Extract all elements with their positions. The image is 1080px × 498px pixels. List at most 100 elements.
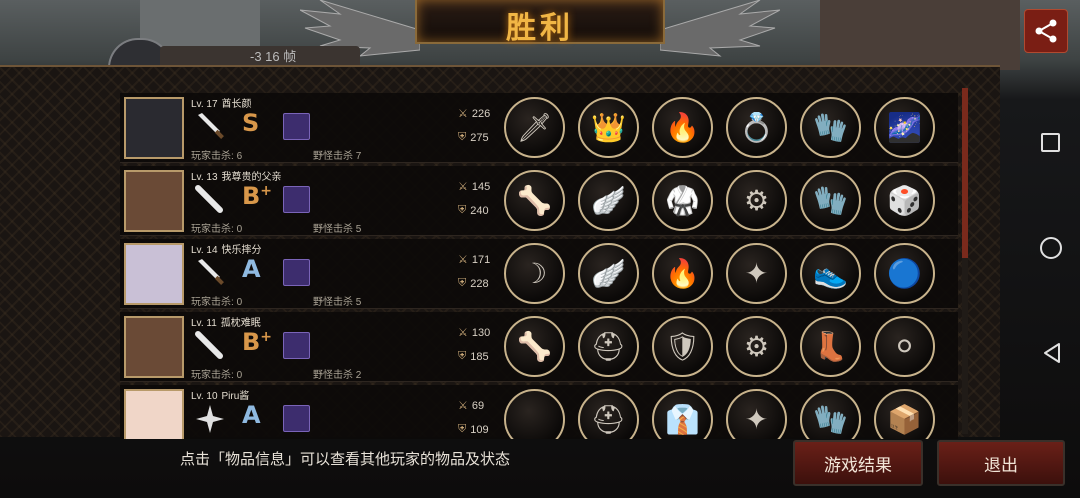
share-button[interactable] xyxy=(1024,9,1068,53)
item-slot[interactable]: 🧤 xyxy=(800,170,861,231)
item-slot[interactable]: 🧤 xyxy=(800,97,861,158)
monster-kills-label: 野怪击杀 xyxy=(313,151,353,162)
player-row[interactable]: Lv. 17 酋长颜 S 玩家击杀: 6 野怪击杀 7 ⚔ 226 ⛨ 275 🗡 👑 🔥… xyxy=(120,93,958,163)
background-building xyxy=(820,0,1020,70)
grade-letter: A xyxy=(242,401,261,429)
monster-kills-value: 5 xyxy=(355,224,362,235)
hardhat-icon: ⛑ xyxy=(590,404,627,435)
grade-badge: S xyxy=(242,109,259,137)
gauntlet-icon: 🧤 xyxy=(813,112,848,143)
item-slot[interactable] xyxy=(504,389,565,439)
item-slot[interactable]: ⚙ xyxy=(726,316,787,377)
back-icon[interactable] xyxy=(1042,342,1062,364)
item-slot[interactable]: ⛑ xyxy=(578,316,639,377)
item-slot[interactable]: 📦 xyxy=(874,389,935,439)
game-result-button[interactable]: 游戏结果 xyxy=(793,440,923,486)
item-slot[interactable]: 🦴 xyxy=(504,316,565,377)
victory-title: 胜利 xyxy=(506,12,574,45)
item-slot[interactable]: ☽ xyxy=(504,243,565,304)
monster-kills: 野怪击杀 2 xyxy=(313,366,361,381)
attack-value: 130 xyxy=(471,326,491,339)
player-level: Lv. 13 xyxy=(191,172,218,183)
item-slot[interactable]: ✦ xyxy=(726,243,787,304)
item-slot[interactable]: 🌌 xyxy=(874,97,935,158)
item-slot[interactable]: 👟 xyxy=(800,243,861,304)
item-slot[interactable]: ⚙ xyxy=(726,170,787,231)
player-row[interactable]: Lv. 14 快乐摔分 A 玩家击杀: 0 野怪击杀 5 ⚔ 171 ⛨ 228 ☽ 🪽… xyxy=(120,239,958,309)
player-level-name: Lv. 11 孤枕难眠 xyxy=(191,314,261,329)
avatar[interactable] xyxy=(124,316,184,378)
share-icon xyxy=(1035,19,1057,43)
player-row[interactable]: Lv. 13 我尊贵的父亲 B+ 玩家击杀: 0 野怪击杀 5 ⚔ 145 ⛨ 240… xyxy=(120,166,958,236)
player-row[interactable]: Lv. 10Piru酱 A 玩家击杀: 野怪击杀 ⚔69 ⛨109 ⛑👔✦🧤📦 xyxy=(120,385,958,439)
attack-value: 145 xyxy=(471,180,491,193)
grade-letter: B xyxy=(242,328,261,356)
player-row[interactable]: Lv. 11 孤枕难眠 B+ 玩家击杀: 0 野怪击杀 2 ⚔ 130 ⛨ 185 🦴… xyxy=(120,312,958,382)
victory-banner: 胜利 xyxy=(415,0,665,45)
avatar[interactable] xyxy=(124,170,184,232)
attack-stat: ⚔ 226 xyxy=(458,107,491,121)
item-slot[interactable]: 🦴 xyxy=(504,170,565,231)
item-list: 🦴 ⛑ 🛡 ⚙ 👢 ⚪ xyxy=(504,316,935,377)
dice-icon: 🎲 xyxy=(887,185,922,216)
box-icon: 📦 xyxy=(887,404,922,435)
item-slot[interactable]: 👑 xyxy=(578,97,639,158)
item-slot[interactable]: 🗡 xyxy=(504,97,565,158)
defense-stat: ⛨ 228 xyxy=(458,277,489,290)
monster-kills-label: 野怪击杀 xyxy=(313,297,353,308)
item-slot[interactable]: 🛡 xyxy=(652,316,713,377)
top-tab: -3 16 帧 xyxy=(160,46,360,66)
player-level: Lv. 17 xyxy=(191,99,218,110)
item-slot[interactable]: 🔵 xyxy=(874,243,935,304)
bone-club-icon: 🦴 xyxy=(517,331,552,362)
item-slot[interactable]: 👔 xyxy=(652,389,713,439)
winged-band-icon: 🪽 xyxy=(591,258,626,289)
crossed-swords-icon: ⚔ xyxy=(458,327,468,339)
item-slot[interactable]: ⚪ xyxy=(874,316,935,377)
hint-text: 点击「物品信息」可以查看其他玩家的物品及状态 xyxy=(180,451,511,468)
right-wing-ornament xyxy=(660,0,780,57)
rune-icon xyxy=(283,113,310,140)
armor-icon: 🥋 xyxy=(665,185,700,216)
monster-kills: 野怪击杀 7 xyxy=(313,147,361,162)
recent-apps-icon[interactable] xyxy=(1041,133,1060,152)
scroll-thumb[interactable] xyxy=(962,88,968,258)
sword-icon: 🗡 xyxy=(516,112,553,143)
monster-kills-label: 野怪击杀 xyxy=(313,224,353,235)
player-list[interactable]: Lv. 17 酋长颜 S 玩家击杀: 6 野怪击杀 7 ⚔ 226 ⛨ 275 🗡 👑 🔥… xyxy=(120,93,958,439)
exit-button[interactable]: 退出 xyxy=(937,440,1065,486)
item-slot[interactable]: 🧤 xyxy=(800,389,861,439)
monster-kills-value: 2 xyxy=(355,370,362,381)
player-kills-label: 玩家击杀 xyxy=(191,370,231,381)
attack-value: 226 xyxy=(471,107,491,120)
avatar[interactable] xyxy=(124,389,184,439)
avatar[interactable] xyxy=(124,243,184,305)
grade-plus: + xyxy=(260,329,273,345)
item-list: ☽ 🪽 🔥 ✦ 👟 🔵 xyxy=(504,243,935,304)
avatar[interactable] xyxy=(124,97,184,159)
item-slot[interactable]: 🔥 xyxy=(652,243,713,304)
player-kills-value: 0 xyxy=(236,224,243,235)
item-slot[interactable]: 🥋 xyxy=(652,170,713,231)
item-slot[interactable]: ⛑ xyxy=(578,389,639,439)
scrollbar[interactable] xyxy=(962,88,968,434)
sneaker-icon: 👟 xyxy=(813,258,848,289)
item-slot[interactable]: 💍 xyxy=(726,97,787,158)
rune-icon xyxy=(283,332,310,359)
galaxy-icon: 🌌 xyxy=(887,112,922,143)
item-slot[interactable]: 👢 xyxy=(800,316,861,377)
crossed-swords-icon: ⚔ xyxy=(458,181,468,193)
item-slot[interactable]: 🪽 xyxy=(578,170,639,231)
player-level: Lv. 11 xyxy=(191,318,217,329)
item-slot[interactable]: 🔥 xyxy=(652,97,713,158)
player-kills-label: 玩家击杀 xyxy=(191,297,231,308)
item-slot[interactable]: 🎲 xyxy=(874,170,935,231)
crossed-swords-icon: ⚔ xyxy=(458,108,468,120)
player-level: Lv. 10 xyxy=(191,391,218,402)
defense-value: 275 xyxy=(470,131,489,144)
shield-icon: ⛨ xyxy=(458,277,467,289)
item-slot[interactable]: ✦ xyxy=(726,389,787,439)
home-icon[interactable] xyxy=(1040,237,1062,259)
item-slot[interactable]: 🪽 xyxy=(578,243,639,304)
defense-value: 185 xyxy=(470,350,489,363)
